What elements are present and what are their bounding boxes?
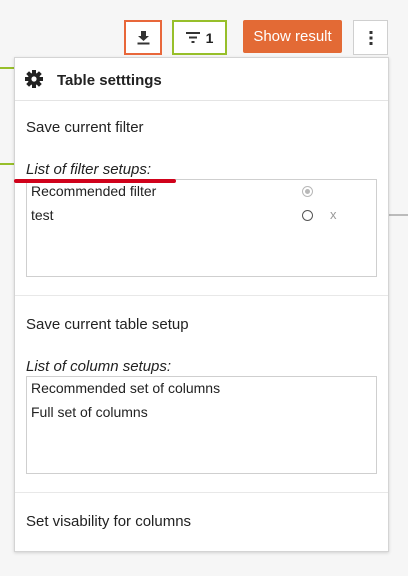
- gear-icon: [25, 70, 43, 88]
- list-item[interactable]: Recommended filter: [31, 183, 156, 199]
- save-current-filter-link[interactable]: Save current filter: [26, 119, 144, 136]
- background-green-line: [0, 67, 14, 69]
- panel-title: Table setttings: [57, 72, 162, 89]
- vertical-dots-icon: [369, 30, 372, 45]
- divider: [15, 295, 388, 296]
- divider: [15, 492, 388, 493]
- download-icon: [137, 30, 149, 44]
- table-settings-panel: Table setttings Save current filter List…: [14, 57, 389, 552]
- filter-setups-label: List of filter setups:: [26, 161, 152, 178]
- filter-radio-recommended[interactable]: [302, 186, 313, 197]
- more-options-button[interactable]: [353, 20, 388, 55]
- filter-icon: [185, 32, 200, 43]
- set-visibility-link[interactable]: Set visability for columns: [26, 513, 191, 530]
- show-result-button[interactable]: Show result: [243, 20, 342, 53]
- save-current-table-setup-link[interactable]: Save current table setup: [26, 316, 189, 333]
- list-item[interactable]: Full set of columns: [31, 404, 148, 420]
- filter-radio-test[interactable]: [302, 210, 313, 221]
- list-item[interactable]: Recommended set of columns: [31, 380, 220, 396]
- filter-count-button[interactable]: 1: [172, 20, 227, 55]
- background-gray-line: [389, 214, 408, 216]
- background-green-line: [0, 163, 14, 165]
- download-button[interactable]: [124, 20, 162, 55]
- panel-header: Table setttings: [15, 58, 388, 101]
- list-item[interactable]: test: [31, 207, 54, 223]
- column-setups-list[interactable]: Recommended set of columns Full set of c…: [26, 376, 377, 474]
- column-setups-label: List of column setups:: [26, 358, 172, 375]
- red-underline-annotation: [14, 179, 176, 183]
- filter-setups-list[interactable]: Recommended filter test x: [26, 179, 377, 277]
- delete-filter-button[interactable]: x: [330, 207, 337, 222]
- filter-count: 1: [205, 29, 214, 46]
